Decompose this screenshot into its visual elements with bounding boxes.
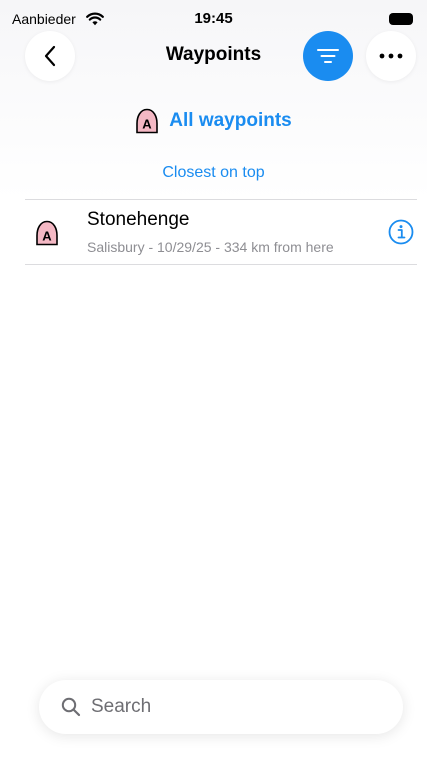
search-input[interactable] (91, 680, 381, 734)
waypoint-details: Salisbury - 10/29/25 - 334 km from here (87, 239, 334, 255)
waypoint-marker-icon: A (36, 220, 58, 246)
page-title: Waypoints (165, 44, 262, 65)
marker-letter: A (42, 229, 52, 244)
marker-letter: A (143, 117, 153, 132)
search-icon (61, 697, 81, 717)
list-item[interactable]: A Stonehenge Salisbury - 10/29/25 - 334 … (25, 200, 417, 264)
search-bar[interactable] (39, 680, 403, 734)
list-divider-bottom (25, 264, 417, 265)
filter-lines-icon (317, 49, 339, 63)
more-button[interactable] (366, 31, 416, 81)
waypoint-name: Stonehenge (87, 209, 190, 230)
status-bar: Aanbieder 19:45 (0, 0, 427, 36)
clock: 19:45 (194, 10, 233, 27)
battery-icon (389, 13, 413, 25)
sort-order-button[interactable]: Closest on top (0, 164, 427, 182)
waypoint-marker-icon: A (136, 108, 159, 134)
info-circle-icon[interactable] (388, 219, 414, 245)
filter-button[interactable] (303, 31, 353, 81)
ellipsis-icon (379, 53, 403, 59)
selector-label: All waypoints (169, 110, 292, 131)
waypoints-screen: Aanbieder 19:45 Waypoints A All waypoint… (0, 0, 427, 762)
waypoint-filter-selector[interactable]: A All waypoints (0, 108, 427, 134)
